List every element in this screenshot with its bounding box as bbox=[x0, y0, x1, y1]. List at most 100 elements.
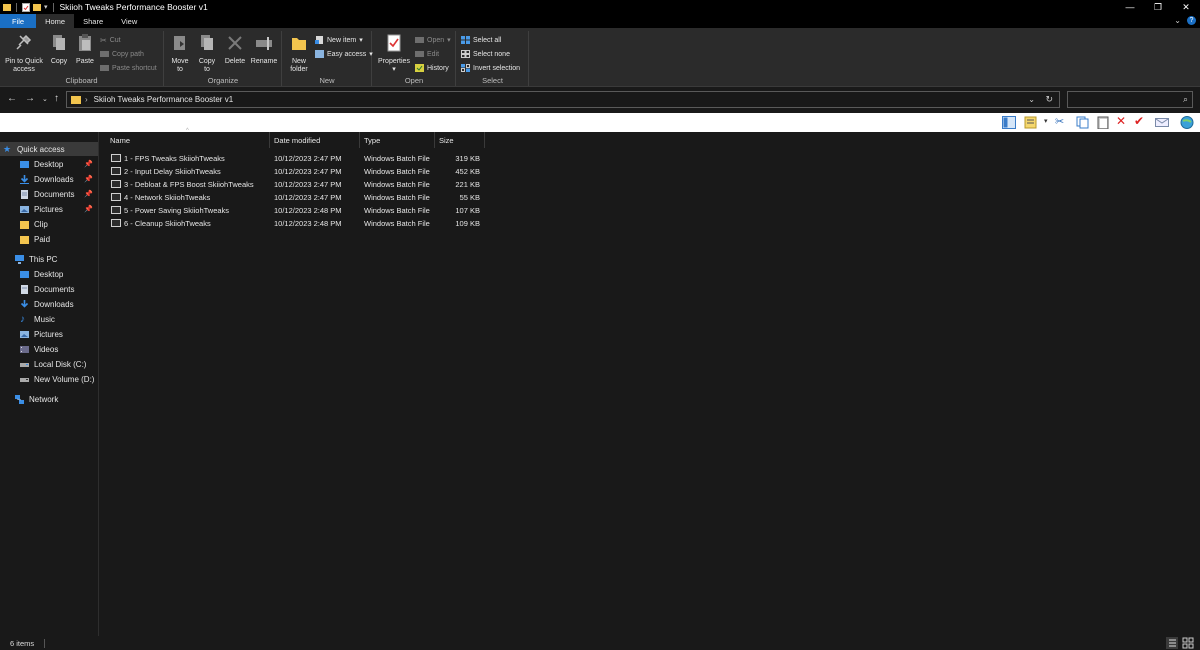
copy-to-button[interactable]: Copy to bbox=[195, 33, 219, 74]
close-button[interactable]: ✕ bbox=[1172, 0, 1200, 14]
paste-shortcut-button[interactable]: Paste shortcut bbox=[100, 64, 157, 72]
sidebar-item-pc-desktop[interactable]: Desktop bbox=[0, 267, 98, 281]
sidebar-item-pc-documents[interactable]: Documents bbox=[0, 282, 98, 296]
refresh-icon[interactable]: ↻ bbox=[1045, 94, 1053, 105]
tab-share[interactable]: Share bbox=[74, 14, 112, 28]
batch-file-icon bbox=[111, 193, 121, 201]
search-icon: ⌕ bbox=[1182, 94, 1188, 104]
status-bar: 6 items bbox=[0, 636, 1200, 650]
select-none-button[interactable]: Select none bbox=[461, 50, 510, 58]
new-folder-button[interactable]: New folder bbox=[286, 33, 312, 74]
sidebar-item-label: Pictures bbox=[34, 329, 63, 339]
file-size: 55 KB bbox=[459, 193, 480, 202]
delete-button[interactable]: Delete bbox=[223, 33, 247, 66]
pin-to-quick-access-button[interactable]: Pin to Quick access bbox=[3, 33, 45, 74]
address-dropdown-chevron-icon[interactable]: ⌄ bbox=[1028, 95, 1035, 104]
sidebar-item-quick-access[interactable]: ★ Quick access bbox=[0, 142, 98, 156]
forward-arrow-icon[interactable]: → bbox=[25, 93, 35, 104]
tab-view[interactable]: View bbox=[112, 14, 146, 28]
easy-access-button[interactable]: Easy access ▾ bbox=[315, 50, 373, 58]
sort-ascending-chevron-icon: ^ bbox=[186, 128, 189, 134]
breadcrumb-current-folder[interactable]: Skiioh Tweaks Performance Booster v1 bbox=[94, 95, 233, 104]
sidebar-item-clip[interactable]: Clip bbox=[0, 217, 98, 231]
mail-icon[interactable] bbox=[1155, 116, 1169, 129]
edit-button[interactable]: Edit bbox=[415, 50, 439, 58]
column-header-size[interactable]: Size bbox=[435, 132, 485, 148]
new-item-icon bbox=[315, 36, 323, 44]
cut-scissors-icon[interactable]: ✂ bbox=[1055, 115, 1064, 128]
copy-button[interactable]: Copy bbox=[48, 33, 70, 66]
paste-button[interactable]: Paste bbox=[73, 33, 97, 66]
minimize-button[interactable]: — bbox=[1116, 0, 1144, 14]
clipboard-group-label: Clipboard bbox=[65, 76, 98, 85]
properties-button[interactable]: Properties ▾ bbox=[376, 33, 412, 74]
sidebar-item-music[interactable]: ♪ Music bbox=[0, 312, 98, 326]
customize-toolbar-chevron-icon[interactable]: ▾ bbox=[44, 3, 48, 11]
copy-icon[interactable] bbox=[1076, 116, 1090, 129]
easy-access-icon bbox=[315, 50, 324, 58]
copy-to-label: Copy to bbox=[198, 58, 216, 73]
column-header-date-modified[interactable]: Date modified bbox=[270, 132, 360, 148]
navigation-pane: ★ Quick access Desktop 📌 Downloads 📌 Doc… bbox=[0, 132, 99, 636]
paste-icon[interactable] bbox=[1096, 116, 1110, 129]
sidebar-item-desktop[interactable]: Desktop 📌 bbox=[0, 157, 98, 171]
column-header-type[interactable]: Type bbox=[360, 132, 435, 148]
column-header-label: Name bbox=[110, 135, 131, 145]
collapse-ribbon-chevron-icon[interactable]: ⌄ bbox=[1174, 16, 1181, 25]
select-all-button[interactable]: Select all bbox=[461, 36, 501, 44]
invert-selection-button[interactable]: Invert selection bbox=[461, 64, 520, 72]
table-row[interactable]: 2 - Input Delay SkiiohTweaks 10/12/2023 … bbox=[100, 165, 500, 178]
dropdown-caret-icon[interactable]: ▾ bbox=[1044, 117, 1048, 125]
new-item-button[interactable]: New item ▾ bbox=[315, 36, 363, 44]
tab-file[interactable]: File bbox=[0, 14, 37, 28]
file-type: Windows Batch File bbox=[364, 167, 430, 176]
breadcrumb-chevron-icon[interactable]: › bbox=[85, 95, 88, 104]
sidebar-item-new-volume-d[interactable]: New Volume (D:) bbox=[0, 372, 98, 386]
table-row[interactable]: 4 - Network SkiiohTweaks 10/12/2023 2:47… bbox=[100, 191, 500, 204]
open-group-label: Open bbox=[404, 76, 424, 85]
tab-home[interactable]: Home bbox=[36, 14, 75, 28]
back-arrow-icon[interactable]: ← bbox=[7, 93, 17, 104]
pin-icon: 📌 bbox=[84, 206, 93, 213]
search-input[interactable]: ⌕ bbox=[1067, 91, 1193, 108]
column-header-name[interactable]: ^ Name bbox=[100, 128, 270, 148]
help-icon[interactable]: ? bbox=[1187, 16, 1196, 25]
sidebar-item-pc-pictures[interactable]: Pictures bbox=[0, 327, 98, 341]
address-bar[interactable]: › Skiioh Tweaks Performance Booster v1 ⌄… bbox=[66, 91, 1060, 108]
checkmark-icon[interactable]: ✔ bbox=[1134, 114, 1144, 128]
delete-red-x-icon[interactable]: ✕ bbox=[1116, 114, 1126, 128]
recent-locations-chevron-icon[interactable]: ⌄ bbox=[42, 95, 48, 103]
maximize-button[interactable]: ❐ bbox=[1144, 0, 1172, 14]
table-row[interactable]: 3 - Debloat & FPS Boost SkiiohTweaks 10/… bbox=[100, 178, 500, 191]
sidebar-item-videos[interactable]: Videos bbox=[0, 342, 98, 356]
details-view-icon[interactable] bbox=[1166, 637, 1178, 649]
new-folder-icon[interactable] bbox=[33, 3, 41, 12]
table-row[interactable]: 5 - Power Saving SkiiohTweaks 10/12/2023… bbox=[100, 204, 500, 217]
sidebar-item-pictures[interactable]: Pictures 📌 bbox=[0, 202, 98, 216]
table-row[interactable]: 6 - Cleanup SkiiohTweaks 10/12/2023 2:48… bbox=[100, 217, 500, 230]
properties-checklist-icon[interactable] bbox=[22, 2, 30, 12]
up-arrow-icon[interactable]: ↑ bbox=[54, 93, 59, 104]
delete-x-icon bbox=[228, 36, 242, 50]
sidebar-item-documents[interactable]: Documents 📌 bbox=[0, 187, 98, 201]
sidebar-item-label: Pictures bbox=[34, 204, 63, 214]
copy-path-label: Copy path bbox=[112, 50, 144, 58]
sidebar-item-this-pc[interactable]: This PC bbox=[0, 252, 98, 266]
open-button[interactable]: Open ▾ bbox=[415, 36, 451, 44]
file-date: 10/12/2023 2:47 PM bbox=[274, 167, 342, 176]
large-icons-view-icon[interactable] bbox=[1182, 637, 1194, 649]
cut-button[interactable]: ✂ Cut bbox=[100, 36, 121, 45]
sidebar-item-downloads[interactable]: Downloads 📌 bbox=[0, 172, 98, 186]
history-button[interactable]: History bbox=[415, 64, 449, 72]
sidebar-item-paid[interactable]: Paid bbox=[0, 232, 98, 246]
sidebar-item-local-disk-c[interactable]: Local Disk (C:) bbox=[0, 357, 98, 371]
table-row[interactable]: 1 - FPS Tweaks SkiiohTweaks 10/12/2023 2… bbox=[100, 152, 500, 165]
rename-button[interactable]: Rename bbox=[250, 33, 278, 66]
sidebar-item-pc-downloads[interactable]: Downloads bbox=[0, 297, 98, 311]
copy-path-button[interactable]: Copy path bbox=[100, 50, 144, 58]
sidebar-item-network[interactable]: Network bbox=[0, 392, 98, 406]
notes-icon[interactable] bbox=[1024, 116, 1038, 129]
globe-icon[interactable] bbox=[1180, 116, 1194, 129]
move-to-button[interactable]: Move to bbox=[168, 33, 192, 74]
preview-pane-icon[interactable] bbox=[1002, 116, 1016, 129]
